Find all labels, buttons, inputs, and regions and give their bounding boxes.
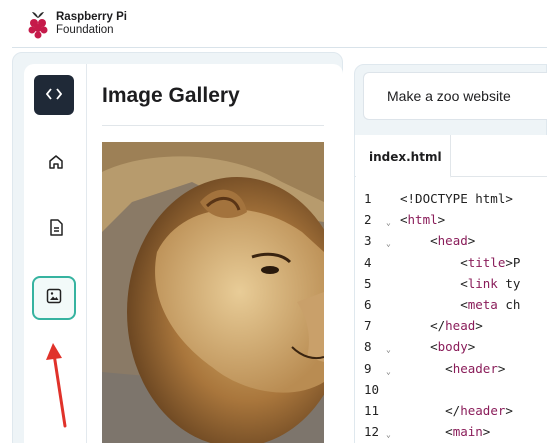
code-text: <title>P xyxy=(400,252,520,273)
code-text: </header> xyxy=(400,400,513,421)
code-rest: ch xyxy=(497,296,521,312)
brand-line1: Raspberry Pi xyxy=(56,11,127,23)
code-rest: > xyxy=(467,233,476,249)
code-line[interactable]: 12 ⌄ <main> xyxy=(355,421,547,442)
code-tag: body xyxy=(437,339,468,355)
red-arrow-annotation xyxy=(46,343,67,428)
code-tag: header xyxy=(452,360,498,376)
line-number: 7 xyxy=(364,318,372,334)
code-line[interactable]: 1 <!DOCTYPE html> xyxy=(355,188,547,209)
line-number: 6 xyxy=(364,296,372,312)
code-rest: > xyxy=(437,212,446,228)
code-rest: ty xyxy=(497,275,521,291)
line-number: 3 xyxy=(364,233,372,249)
code-prefix: < xyxy=(400,296,468,312)
code-tag: title xyxy=(467,254,506,270)
brand-name[interactable]: Raspberry Pi Foundation xyxy=(56,11,127,37)
code-line[interactable]: 7 </head> xyxy=(355,315,547,336)
code-prefix: < xyxy=(400,275,468,291)
code-prefix: < xyxy=(400,254,468,270)
code-tag: meta xyxy=(467,296,498,312)
line-number: 8 xyxy=(364,339,372,355)
code-line[interactable]: 4 <title>P xyxy=(355,252,547,273)
home-icon xyxy=(48,154,64,175)
code-rest: > xyxy=(497,360,506,376)
code-prefix: < xyxy=(400,233,438,249)
code-line[interactable]: 11 </header> xyxy=(355,400,547,421)
code-prefix: < xyxy=(400,360,453,376)
code-text: <header> xyxy=(400,358,505,379)
raspberry-pi-logo[interactable] xyxy=(26,10,50,40)
line-number: 4 xyxy=(364,254,372,270)
code-line[interactable]: 3 ⌄ <head> xyxy=(355,230,547,251)
code-line[interactable]: 8 ⌄ <body> xyxy=(355,336,547,357)
home-button[interactable] xyxy=(34,142,78,186)
line-number: 10 xyxy=(364,381,380,397)
line-number: 11 xyxy=(364,402,380,418)
code-text: <main> xyxy=(400,421,490,442)
code-tag: html xyxy=(407,212,438,228)
image-icon xyxy=(46,288,62,309)
code-tag: header xyxy=(460,402,506,418)
code-prefix: </ xyxy=(400,318,446,334)
brand-line2: Foundation xyxy=(56,24,114,36)
code-line[interactable]: 10 xyxy=(355,379,547,400)
code-prefix: </ xyxy=(400,402,461,418)
line-number: 5 xyxy=(364,275,372,291)
code-rest: > xyxy=(475,318,483,334)
file-button[interactable] xyxy=(34,208,78,252)
code-tag: main xyxy=(452,424,483,440)
gallery-title: Image Gallery xyxy=(102,84,240,107)
code-line[interactable]: 2 ⌄ <html> xyxy=(355,209,547,230)
gallery-divider xyxy=(102,125,324,126)
code-icon xyxy=(45,87,63,104)
code-line[interactable]: 5 <link ty xyxy=(355,273,547,294)
code-lines[interactable]: 1 <!DOCTYPE html> 2 ⌄ <html> 3 ⌄ <head> 4 <titl… xyxy=(355,188,547,442)
code-rest: > xyxy=(505,402,513,418)
code-text: <link ty xyxy=(400,273,520,294)
code-tag: link xyxy=(467,275,498,291)
code-tag: head xyxy=(437,233,468,249)
code-button[interactable] xyxy=(34,75,74,115)
line-number: 1 xyxy=(364,191,372,206)
lion-image[interactable] xyxy=(102,142,324,443)
code-text: <body> xyxy=(400,336,475,357)
code-text: <head> xyxy=(400,230,475,251)
tab-label: index.html xyxy=(369,150,442,164)
image-gallery-button[interactable] xyxy=(32,276,76,320)
code-text: <meta ch xyxy=(400,294,520,315)
file-icon xyxy=(49,219,63,241)
header-divider xyxy=(12,47,547,48)
code-text: <html> xyxy=(400,209,445,230)
code-text: <!DOCTYPE html> xyxy=(400,191,513,206)
code-rest: > xyxy=(482,424,491,440)
project-name[interactable]: Make a zoo website xyxy=(387,88,511,104)
code-rest: > xyxy=(467,339,476,355)
line-number: 9 xyxy=(364,360,372,376)
app-root: Raspberry Pi Foundation Image Gallery Ma… xyxy=(0,0,547,443)
code-text: </head> xyxy=(400,315,483,336)
code-prefix: < xyxy=(400,424,453,440)
code-line[interactable]: 6 <meta ch xyxy=(355,294,547,315)
code-prefix: < xyxy=(400,212,408,228)
line-number: 12 xyxy=(364,424,380,440)
line-number: 2 xyxy=(364,212,372,228)
code-tag: head xyxy=(445,318,476,334)
fold-chevron-icon[interactable]: ⌄ xyxy=(386,424,391,443)
code-prefix: < xyxy=(400,339,438,355)
code-line[interactable]: 9 ⌄ <header> xyxy=(355,358,547,379)
code-rest: >P xyxy=(505,254,521,270)
